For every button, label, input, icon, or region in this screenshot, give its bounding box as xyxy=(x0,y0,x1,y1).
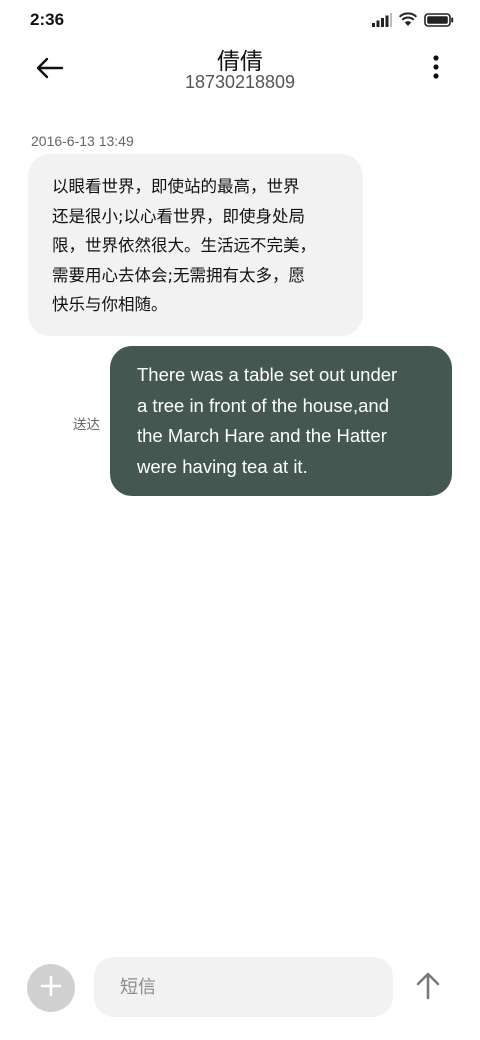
wifi-icon xyxy=(398,11,418,31)
plus-icon xyxy=(40,975,62,1001)
outgoing-message-line: the March Hare and the Hatter xyxy=(137,425,387,446)
outgoing-message-line: a tree in front of the house,and xyxy=(137,394,389,416)
outgoing-message-line: were having tea at it. xyxy=(137,455,308,477)
outgoing-message-line: There was a table set out under xyxy=(137,364,398,385)
incoming-message-line: 以眼看世界，即使站的最高，世界 xyxy=(52,177,300,196)
conversation-header: 倩倩 18730218809 xyxy=(0,40,480,100)
battery-icon xyxy=(424,12,454,31)
status-icons xyxy=(372,11,454,31)
message-timestamp: 2016-6-13 13:49 xyxy=(31,133,134,149)
delivery-status: 送达 xyxy=(73,417,100,433)
message-input[interactable] xyxy=(118,975,372,999)
incoming-message-line: 需要用心去体会;无需拥有太多，愿 xyxy=(52,265,306,285)
more-vertical-icon xyxy=(433,55,439,83)
send-button[interactable] xyxy=(410,970,446,1006)
incoming-message-bubble[interactable]: 以眼看世界，即使站的最高，世界 还是很小;以心看世界，即使身处局 限，世界依然很… xyxy=(28,154,363,336)
contact-name: 倩倩 xyxy=(217,49,263,75)
messaging-screen: 2:36 倩倩 18730218809 2016-6-13 13:49 以眼看世… xyxy=(0,0,480,1040)
incoming-message-line: 限，世界依然很大。生活远不完美， xyxy=(52,236,316,255)
signal-icon xyxy=(372,12,392,31)
arrow-up-icon xyxy=(416,972,440,1004)
contact-phone-number: 18730218809 xyxy=(184,72,296,92)
status-time: 2:36 xyxy=(30,10,65,29)
incoming-message-line: 还是很小;以心看世界，即使身处局 xyxy=(52,206,306,226)
status-bar: 2:36 xyxy=(0,0,480,40)
more-options-button[interactable] xyxy=(428,54,444,84)
message-input-box[interactable] xyxy=(94,957,393,1017)
outgoing-message-bubble[interactable]: There was a table set out under a tree i… xyxy=(110,346,452,496)
add-attachment-button[interactable] xyxy=(27,964,75,1012)
incoming-message-line: 快乐与你相随。 xyxy=(52,295,168,314)
